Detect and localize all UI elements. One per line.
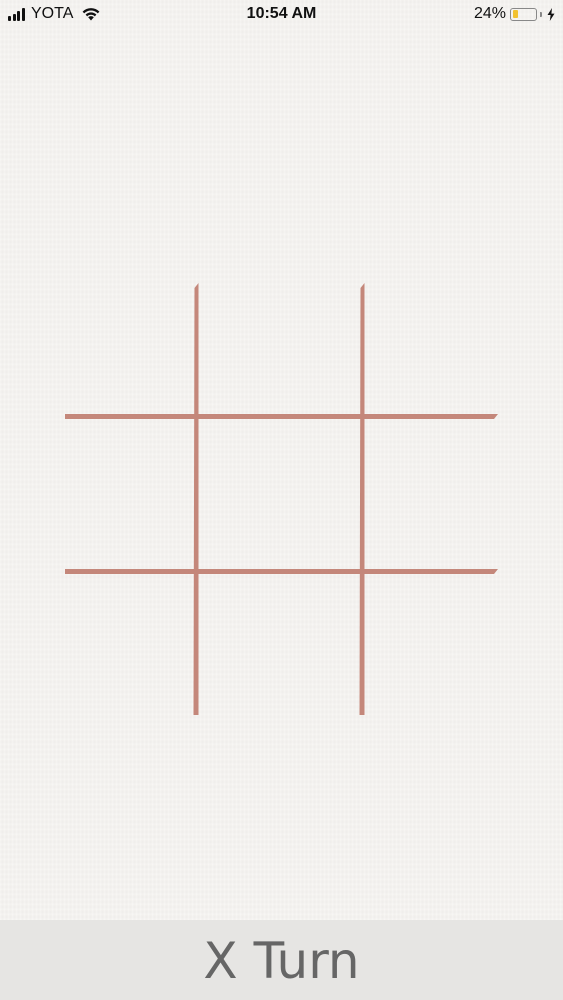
board-cell-2-1[interactable] <box>199 574 360 715</box>
board-cell-1-2[interactable] <box>365 419 498 569</box>
board-cell-2-2[interactable] <box>365 574 498 715</box>
battery-cap <box>540 11 542 17</box>
status-right: 24% <box>474 5 555 23</box>
charging-bolt-icon <box>547 7 555 21</box>
board-cell-1-0[interactable] <box>65 419 194 569</box>
board-cell-0-2[interactable] <box>365 283 498 414</box>
board-cell-0-1[interactable] <box>199 283 360 414</box>
battery-fill <box>512 10 518 18</box>
turn-indicator-bar: X Turn <box>0 920 563 1000</box>
battery-percent: 24% <box>473 5 506 22</box>
status-bar: YOTA 10:54 AM 24% <box>0 0 563 30</box>
board-cell-2-0[interactable] <box>65 574 194 715</box>
board-cell-1-1[interactable] <box>199 419 360 569</box>
battery-icon <box>510 7 537 21</box>
turn-label: X Turn <box>203 932 360 990</box>
board-cell-0-0[interactable] <box>65 283 194 414</box>
